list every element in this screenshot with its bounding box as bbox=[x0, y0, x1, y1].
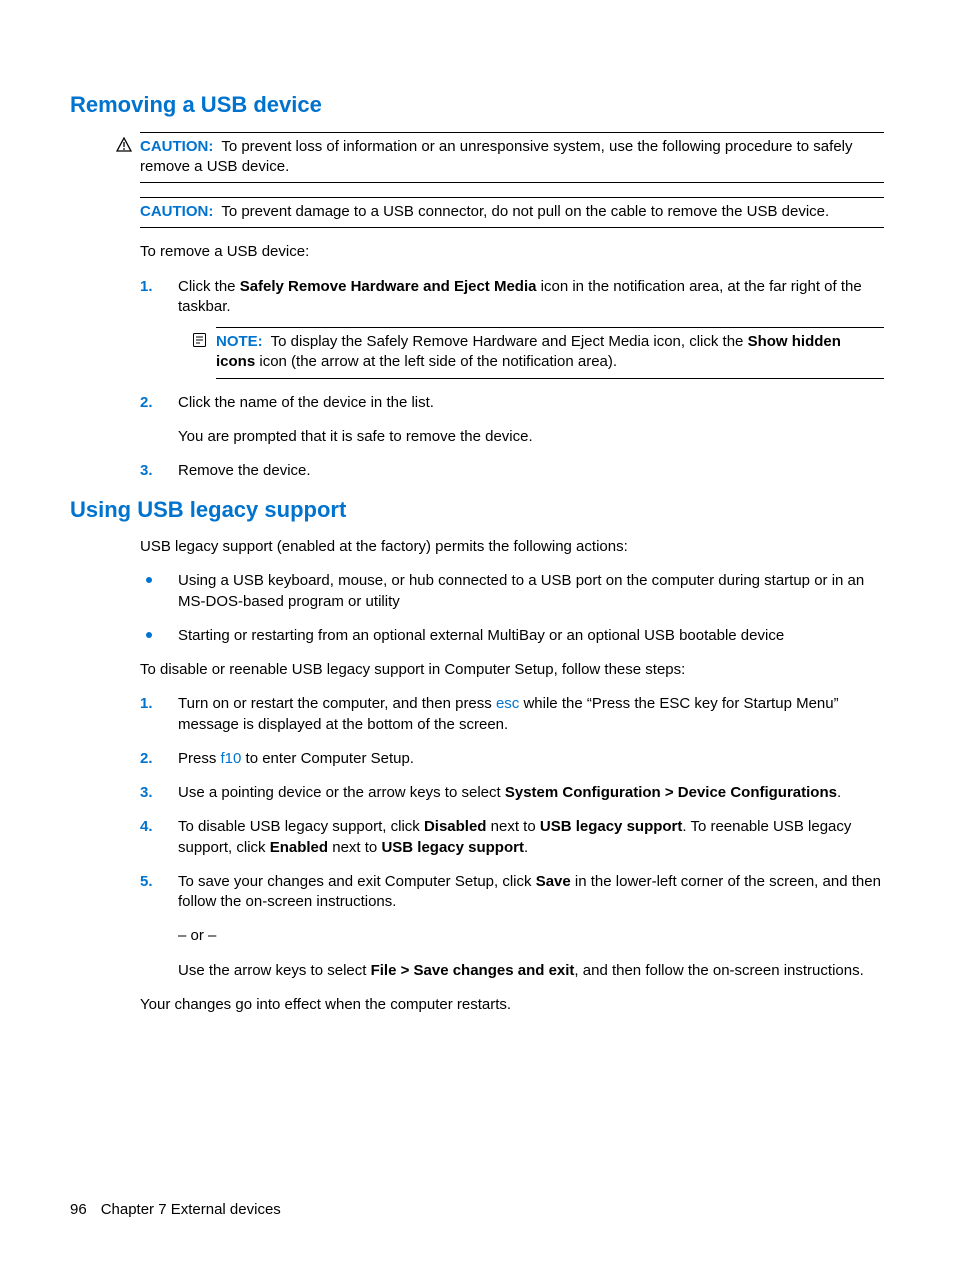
bullet-item: Using a USB keyboard, mouse, or hub conn… bbox=[140, 571, 884, 612]
step-4: 4. To disable USB legacy support, click … bbox=[140, 817, 884, 858]
step-text: Turn on or restart the computer, and the… bbox=[178, 695, 839, 732]
caution-label: CAUTION: bbox=[140, 203, 213, 220]
step-3: 3. Use a pointing device or the arrow ke… bbox=[140, 783, 884, 803]
step-number: 4. bbox=[140, 817, 153, 837]
outro-text: Your changes go into effect when the com… bbox=[140, 995, 884, 1015]
page-footer: 96 Chapter 7 External devices bbox=[70, 1200, 281, 1220]
intro-text: USB legacy support (enabled at the facto… bbox=[140, 537, 884, 557]
note-text: To display the Safely Remove Hardware an… bbox=[216, 333, 841, 370]
step-text: To save your changes and exit Computer S… bbox=[178, 873, 881, 910]
caution-label: CAUTION: bbox=[140, 138, 213, 155]
step-or: – or – bbox=[178, 926, 884, 946]
step-number: 3. bbox=[140, 783, 153, 803]
note-label: NOTE: bbox=[216, 333, 263, 350]
intro-text: To remove a USB device: bbox=[140, 242, 884, 262]
step-1: 1. Turn on or restart the computer, and … bbox=[140, 694, 884, 735]
heading-removing-usb: Removing a USB device bbox=[70, 90, 884, 120]
bullet-item: Starting or restarting from an optional … bbox=[140, 626, 884, 646]
section2-body: USB legacy support (enabled at the facto… bbox=[140, 537, 884, 1015]
step-1: 1. Click the Safely Remove Hardware and … bbox=[140, 277, 884, 379]
step-2: 2. Click the name of the device in the l… bbox=[140, 393, 884, 448]
step-text: To disable USB legacy support, click Dis… bbox=[178, 818, 851, 855]
page-number: 96 bbox=[70, 1201, 87, 1218]
step-text: Use a pointing device or the arrow keys … bbox=[178, 784, 841, 801]
heading-usb-legacy: Using USB legacy support bbox=[70, 495, 884, 525]
step-text: Click the name of the device in the list… bbox=[178, 394, 434, 411]
step-number: 2. bbox=[140, 393, 153, 413]
step-text: Remove the device. bbox=[178, 462, 311, 479]
step-number: 3. bbox=[140, 461, 153, 481]
chapter-label: Chapter 7 External devices bbox=[101, 1201, 281, 1218]
step-number: 5. bbox=[140, 872, 153, 892]
document-page: Removing a USB device CAUTION:To prevent… bbox=[0, 0, 954, 1270]
steps-list-2: 1. Turn on or restart the computer, and … bbox=[140, 694, 884, 981]
caution-text: To prevent damage to a USB connector, do… bbox=[221, 203, 829, 220]
intro-text: To disable or reenable USB legacy suppor… bbox=[140, 660, 884, 680]
step-text: Click the Safely Remove Hardware and Eje… bbox=[178, 278, 862, 315]
caution-box-2: CAUTION: To prevent damage to a USB conne… bbox=[140, 197, 884, 228]
bullet-list: Using a USB keyboard, mouse, or hub conn… bbox=[140, 571, 884, 646]
steps-list-1: 1. Click the Safely Remove Hardware and … bbox=[140, 277, 884, 482]
section1-body: CAUTION:To prevent loss of information o… bbox=[140, 132, 884, 482]
step-alt: Use the arrow keys to select File > Save… bbox=[178, 961, 884, 981]
step-text: Press f10 to enter Computer Setup. bbox=[178, 750, 414, 767]
caution-icon bbox=[116, 137, 132, 153]
step-number: 2. bbox=[140, 749, 153, 769]
step-number: 1. bbox=[140, 277, 153, 297]
note-icon bbox=[192, 332, 208, 348]
step-2: 2. Press f10 to enter Computer Setup. bbox=[140, 749, 884, 769]
step-3: 3. Remove the device. bbox=[140, 461, 884, 481]
note-box: NOTE:To display the Safely Remove Hardwa… bbox=[216, 327, 884, 379]
step-subtext: You are prompted that it is safe to remo… bbox=[178, 427, 884, 447]
step-5: 5. To save your changes and exit Compute… bbox=[140, 872, 884, 981]
caution-box-1: CAUTION:To prevent loss of information o… bbox=[140, 132, 884, 184]
caution-text: To prevent loss of information or an unr… bbox=[140, 138, 853, 175]
step-number: 1. bbox=[140, 694, 153, 714]
